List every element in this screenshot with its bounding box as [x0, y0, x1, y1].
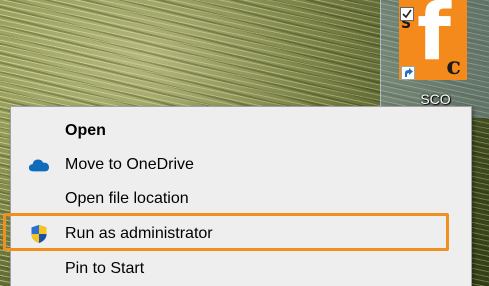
- context-menu: Open Move to OneDrive Open file location: [10, 106, 472, 286]
- menu-item-open[interactable]: Open: [11, 114, 471, 148]
- menu-item-label: Move to OneDrive: [65, 156, 194, 173]
- menu-item-label: Open file location: [65, 190, 189, 207]
- desktop-screen: S f c SCO pture Open: [0, 0, 489, 286]
- shortcut-arrow-icon: [401, 66, 415, 80]
- menu-item-pin-to-start[interactable]: Pin to Start: [11, 252, 471, 286]
- desktop-shortcut[interactable]: S f c SCO pture: [380, 0, 489, 124]
- app-letter-c: c: [446, 51, 461, 80]
- uac-shield-icon: [28, 224, 50, 244]
- checkbox-icon[interactable]: [400, 7, 414, 21]
- menu-item-move-to-onedrive[interactable]: Move to OneDrive: [11, 148, 471, 182]
- onedrive-cloud-icon: [28, 155, 50, 175]
- menu-item-label: Run as administrator: [65, 225, 213, 242]
- menu-item-label: Open: [65, 122, 106, 139]
- menu-item-run-as-administrator[interactable]: Run as administrator: [11, 217, 471, 251]
- menu-item-label: Pin to Start: [65, 260, 145, 277]
- menu-item-open-file-location[interactable]: Open file location: [11, 182, 471, 216]
